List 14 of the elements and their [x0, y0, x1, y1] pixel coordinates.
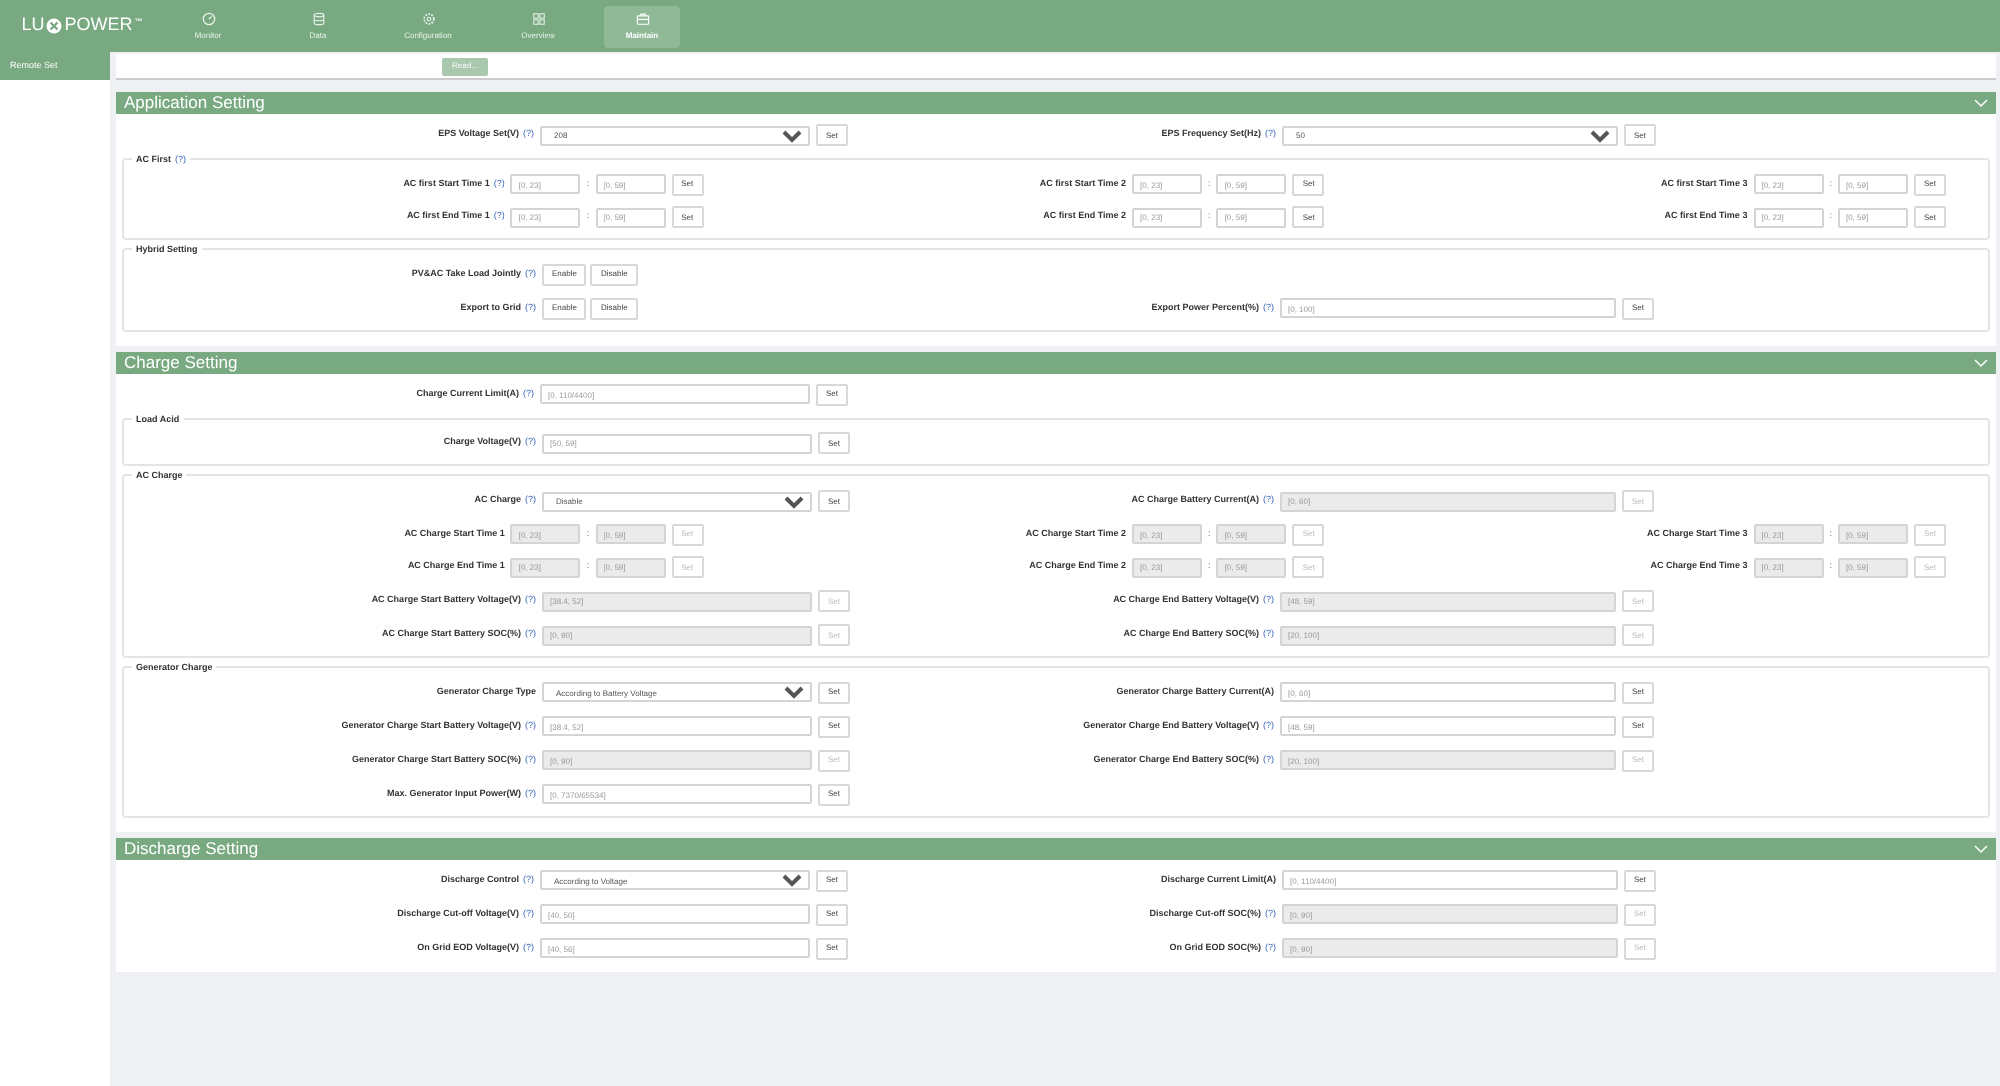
database-icon	[311, 11, 325, 25]
chevron-icon	[1974, 843, 1988, 854]
section-title: Charge Setting	[124, 353, 238, 371]
section-title: Discharge Setting	[124, 840, 259, 857]
toolbox-icon	[635, 12, 649, 26]
section-title: Application Setting	[124, 94, 265, 112]
gear-icon	[421, 11, 435, 25]
logo-icon	[46, 18, 63, 34]
chevron-icon	[1974, 98, 1988, 108]
logo-text: LU	[21, 12, 45, 39]
chevron-icon	[1974, 357, 1988, 367]
gauge-icon	[201, 11, 215, 25]
logo-text: POWER	[64, 12, 133, 39]
grid-icon	[531, 11, 545, 25]
